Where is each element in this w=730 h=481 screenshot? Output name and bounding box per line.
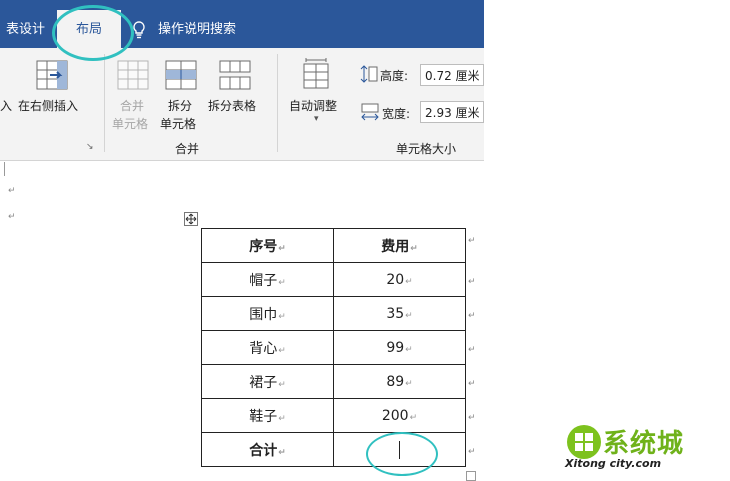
table-cell[interactable]: 背心↵ [201,330,334,365]
table-row: 背心↵ 99↵ [201,330,466,365]
merge-cells-line1[interactable]: 合并 [120,97,144,114]
end-of-row-mark: ↵ [468,236,476,246]
tell-me-search[interactable]: 操作说明搜索 [158,0,236,48]
table-row: 帽子↵ 20↵ [201,262,466,297]
chevron-down-icon[interactable]: ▾ [314,114,319,124]
header-no: 序号 [249,238,278,255]
item-cost: 200 [381,407,409,424]
paragraph-mark: ↵ [8,212,16,222]
width-label: 宽度: [382,107,411,121]
watermark-logo-icon [567,425,601,459]
table-cell[interactable]: 89↵ [333,364,466,399]
table-cell[interactable]: 序号↵ [201,228,334,263]
total-cell-highlight [366,432,438,476]
paragraph-mark: ↵ [8,186,16,196]
ribbon-separator [104,54,105,152]
split-cells-line2[interactable]: 单元格 [160,115,196,132]
end-of-row-mark: ↵ [468,345,476,355]
total-label: 合计 [249,442,278,459]
merge-group-label: 合并 [175,142,200,156]
item-cost: 35 [386,305,405,322]
insert-right-icon [36,60,68,90]
ribbon-separator [277,54,278,152]
autofit-icon [303,58,329,89]
header-cost: 费用 [381,238,410,255]
autofit-button[interactable]: 自动调整 [289,97,337,114]
merge-cells-icon [117,60,149,90]
end-of-row-mark: ↵ [468,379,476,389]
table-cell[interactable]: 费用↵ [333,228,466,263]
split-cells-icon [165,60,197,90]
table-cell[interactable]: 裙子↵ [201,364,334,399]
table-cell[interactable]: 围巾↵ [201,296,334,331]
watermark-subtitle: Xitong city.com [565,457,662,470]
item-cost: 89 [386,373,405,390]
end-of-row-mark: ↵ [468,447,476,457]
table-resize-handle[interactable] [466,471,476,481]
table-header-row: 序号↵ 费用↵ [201,228,466,263]
row-height-icon [360,65,378,83]
split-table-button[interactable]: 拆分表格 [208,97,256,114]
split-cells-line1[interactable]: 拆分 [168,97,192,114]
document-table: 序号↵ 费用↵ 帽子↵ 20↵ 围巾↵ 35↵ 背心↵ 99↵ 裙子↵ 89↵ … [201,228,466,467]
table-cell[interactable]: 鞋子↵ [201,398,334,433]
item-name: 背心 [249,340,278,357]
end-of-row-mark: ↵ [468,413,476,423]
height-label: 高度: [380,69,409,83]
item-name: 帽子 [249,272,278,289]
item-name: 裙子 [249,374,278,391]
watermark-title: 系统城 [603,429,685,459]
item-name: 围巾 [249,306,278,323]
table-cell[interactable]: 99↵ [333,330,466,365]
table-row: 围巾↵ 35↵ [201,296,466,331]
table-move-handle-icon[interactable] [184,212,198,226]
item-name: 鞋子 [249,408,278,425]
end-of-row-mark: ↵ [468,277,476,287]
column-width-icon [361,103,379,121]
layout-tab-highlight [52,5,134,61]
item-cost: 99 [386,339,405,356]
merge-cells-line2[interactable]: 单元格 [112,115,148,132]
table-row: 裙子↵ 89↵ [201,364,466,399]
insert-right-button[interactable]: 在右侧插入 [18,97,78,114]
table-cell[interactable]: 帽子↵ [201,262,334,297]
table-cell[interactable]: 20↵ [333,262,466,297]
end-of-row-mark: ↵ [468,311,476,321]
tab-table-design[interactable]: 表设计 [6,0,45,48]
split-table-icon [219,60,251,90]
dialog-launcher-icon[interactable]: ↘ [86,142,94,152]
cell-height-input[interactable]: 0.72 厘米 [420,64,484,86]
insert-left-partial-label[interactable]: 入 [0,97,12,114]
table-cell[interactable]: 200↵ [333,398,466,433]
cell-width-input[interactable]: 2.93 厘米 [420,101,484,123]
table-cell[interactable]: 35↵ [333,296,466,331]
ruler-tick [4,162,5,176]
cell-size-group-label: 单元格大小 [396,142,457,156]
table-row: 鞋子↵ 200↵ [201,398,466,433]
table-cell[interactable]: 合计↵ [201,432,334,467]
item-cost: 20 [386,271,405,288]
